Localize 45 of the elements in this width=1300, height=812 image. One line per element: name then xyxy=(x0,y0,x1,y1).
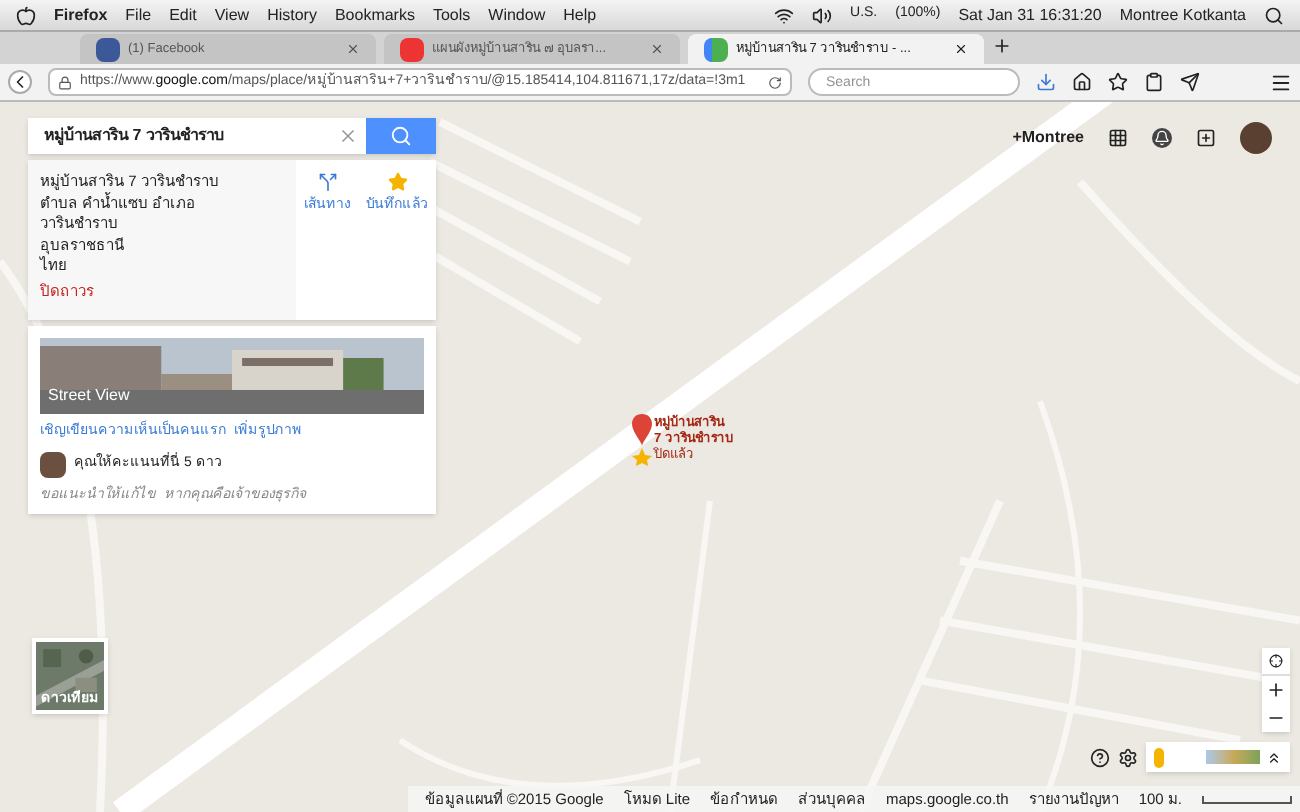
expand-icon xyxy=(1266,749,1282,765)
send-icon[interactable] xyxy=(1180,72,1200,92)
wifi-icon[interactable] xyxy=(774,5,795,25)
clipboard-icon[interactable] xyxy=(1144,72,1164,92)
apps-icon[interactable] xyxy=(1108,128,1128,148)
home-icon[interactable] xyxy=(1072,72,1092,92)
account-link[interactable]: +Montree xyxy=(1012,126,1084,150)
clock[interactable]: Sat Jan 31 16:31:20 xyxy=(958,3,1102,27)
menu-item[interactable]: Tools xyxy=(432,3,471,27)
bookmark-star-icon[interactable] xyxy=(1108,72,1128,92)
lock-icon xyxy=(58,75,72,89)
menu-item[interactable]: Edit xyxy=(169,3,197,27)
directions-icon xyxy=(317,172,337,192)
search-input[interactable]: หมู่บ้านสาริน 7 วารินชำราบ xyxy=(28,118,330,154)
menu-item[interactable]: History xyxy=(267,3,317,27)
tab-site-icon xyxy=(400,37,424,61)
menu-item[interactable]: Help xyxy=(563,3,597,27)
map-pin-icon xyxy=(632,414,652,466)
back-icon[interactable] xyxy=(8,70,32,94)
star-icon xyxy=(387,172,407,192)
search-icon[interactable] xyxy=(1264,5,1284,25)
pegman-icon xyxy=(1154,747,1164,767)
download-icon[interactable] xyxy=(1036,72,1056,92)
user-name[interactable]: Montree Kotkanta xyxy=(1119,3,1246,27)
reload-icon[interactable] xyxy=(768,75,782,89)
close-icon[interactable] xyxy=(954,42,968,56)
scale-bar xyxy=(1202,795,1292,803)
settings-icon[interactable] xyxy=(1118,747,1138,767)
menu-icon[interactable] xyxy=(1270,71,1292,93)
app-menu[interactable]: Firefox xyxy=(54,3,108,27)
menu-item[interactable]: Bookmarks xyxy=(334,3,415,27)
facebook-icon xyxy=(96,37,120,61)
menu-item[interactable]: Window xyxy=(488,3,546,27)
apple-icon[interactable] xyxy=(16,5,36,25)
volume-icon[interactable] xyxy=(812,5,833,25)
maps-icon xyxy=(704,37,728,61)
search-button[interactable] xyxy=(366,118,436,154)
imagery-thumbnail-icon xyxy=(1206,750,1260,764)
menu-item[interactable]: File xyxy=(125,3,152,27)
street-view-label: Street View xyxy=(48,384,130,408)
menu-item[interactable]: View xyxy=(214,3,250,27)
new-tab-icon[interactable] xyxy=(992,36,1012,56)
help-icon[interactable] xyxy=(1090,747,1110,767)
avatar-icon xyxy=(40,451,66,477)
share-icon[interactable] xyxy=(1196,128,1216,148)
